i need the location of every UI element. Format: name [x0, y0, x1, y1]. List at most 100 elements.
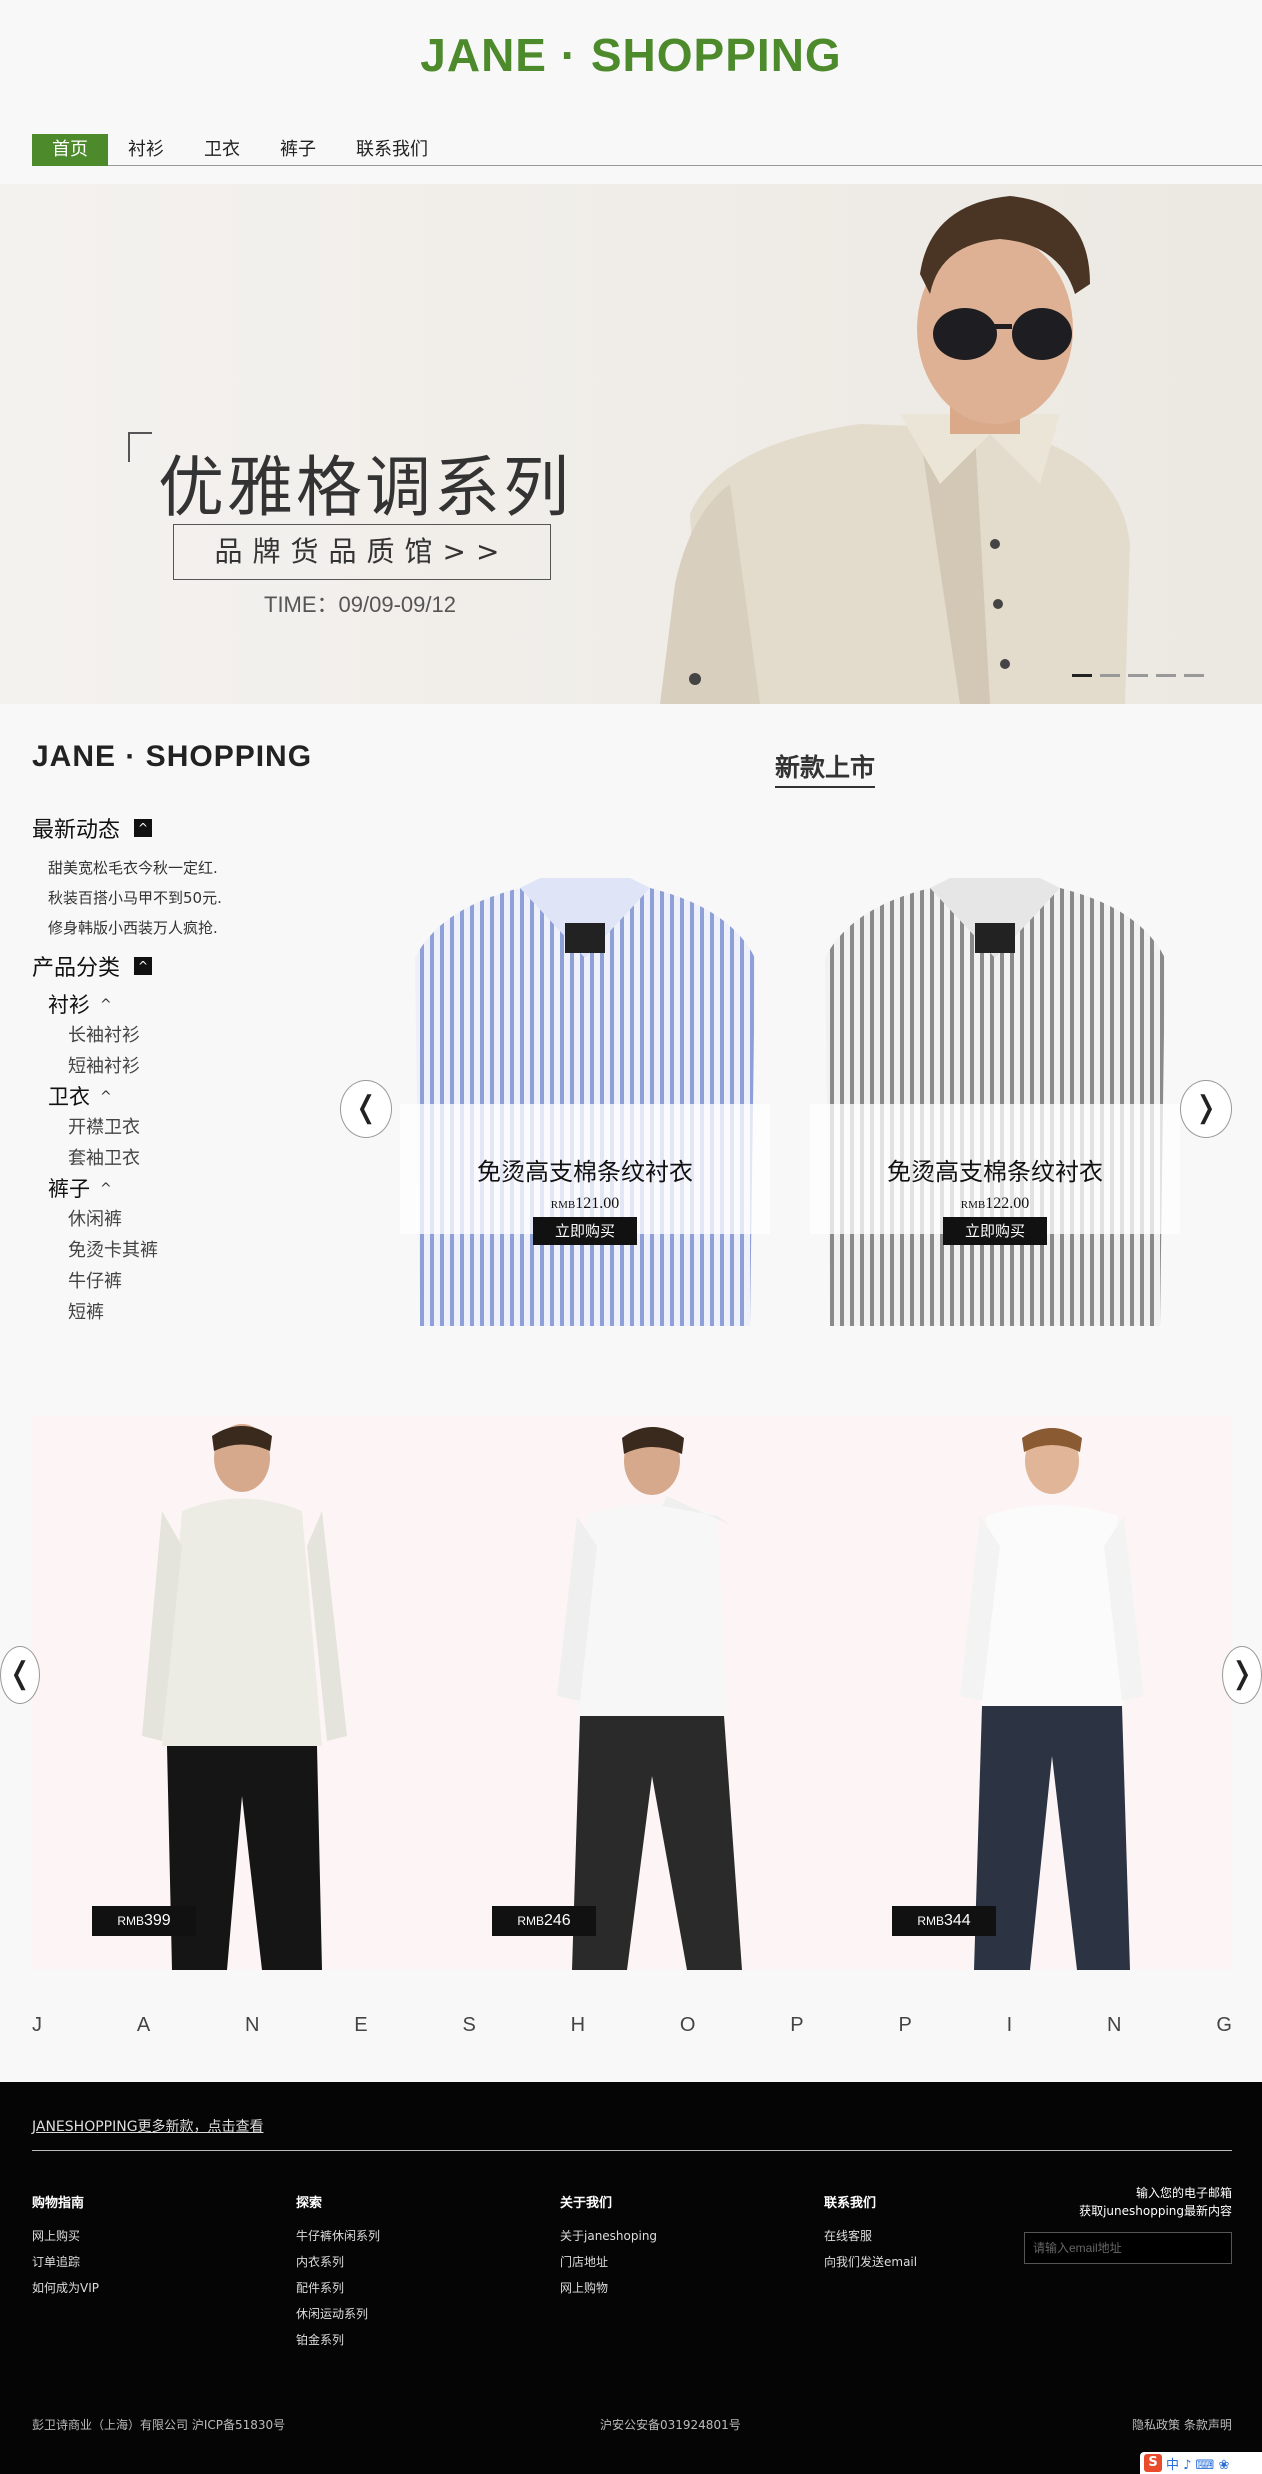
- model-carousel: RMB399 RMB246 RMB344: [32, 1416, 1232, 1970]
- footer: JANESHOPPING更多新款，点击查看 购物指南 网上购买 订单追踪 如何成…: [0, 2082, 1262, 2474]
- ime-toolbar[interactable]: S 中 ♪ ⌨ ❀: [1140, 2452, 1262, 2474]
- brand-letter: H: [570, 2014, 586, 2036]
- page: JANE · SHOPPING 首页 衬衫 卫衣 裤子 联系我们 优雅格调系列 …: [0, 0, 1262, 2474]
- nav-item-hoodies[interactable]: 卫衣: [184, 134, 260, 166]
- subcategory-item[interactable]: 短袖衬衫: [68, 1051, 158, 1082]
- footer-link[interactable]: 在线客服: [824, 2223, 917, 2249]
- product-info: 免烫高支棉条纹衬衣 RMB121.00 立即购买: [400, 1104, 770, 1245]
- hero-cta-button[interactable]: 品牌货品质馆>>: [173, 524, 551, 580]
- nav-item-home[interactable]: 首页: [32, 134, 108, 166]
- brand-letter: I: [1006, 2014, 1013, 2036]
- currency-label: RMB: [917, 1914, 944, 1928]
- footer-link[interactable]: 订单追踪: [32, 2249, 99, 2275]
- model-image: [557, 1427, 742, 1970]
- subcategory-item[interactable]: 套袖卫衣: [68, 1143, 158, 1174]
- buy-now-button[interactable]: 立即购买: [943, 1217, 1047, 1245]
- product-name: 免烫高支棉条纹衬衣: [477, 1158, 693, 1186]
- main-nav: 首页 衬衫 卫衣 裤子 联系我们: [32, 134, 1262, 166]
- ime-status: 中 ♪ ⌨ ❀: [1166, 2457, 1230, 2473]
- more-new-link[interactable]: JANESHOPPING更多新款，点击查看: [32, 2116, 264, 2136]
- subcategory-item[interactable]: 开襟卫衣: [68, 1112, 158, 1143]
- category-shirts[interactable]: 衬衫 ^: [48, 990, 158, 1020]
- model-image: [960, 1428, 1144, 1970]
- footer-column-contact: 联系我们 在线客服 向我们发送email: [824, 2192, 917, 2275]
- footer-column-title: 购物指南: [32, 2196, 85, 2211]
- category-hoodies[interactable]: 卫衣 ^: [48, 1082, 158, 1112]
- news-item[interactable]: 秋装百搭小马甲不到50元.: [48, 883, 222, 913]
- chevron-right-icon[interactable]: ❭: [1180, 1080, 1232, 1138]
- brand-letter: P: [898, 2014, 912, 2036]
- footer-link[interactable]: 关于janeshoping: [560, 2223, 657, 2249]
- footer-link[interactable]: 网上购买: [32, 2223, 99, 2249]
- new-arrivals-heading: 新款上市: [775, 748, 876, 788]
- product-price: RMB122.00: [810, 1195, 1180, 1213]
- striped-shirt-image: [415, 878, 755, 1326]
- hero-slide-dot[interactable]: [1156, 674, 1176, 677]
- hero-slide-dot[interactable]: [1072, 674, 1092, 677]
- news-heading-label: 最新动态: [32, 818, 121, 843]
- hero-banner[interactable]: 优雅格调系列 品牌货品质馆>> TIME：09/09-09/12: [0, 184, 1262, 704]
- brand-letter: J: [32, 2014, 42, 2036]
- footer-link[interactable]: 如何成为VIP: [32, 2275, 99, 2301]
- price-tag: RMB246: [492, 1906, 596, 1936]
- chevron-left-icon[interactable]: ❬: [340, 1080, 392, 1138]
- currency-label: RMB: [517, 1914, 544, 1928]
- brand-letter: G: [1216, 2014, 1232, 2036]
- product-price: RMB121.00: [400, 1195, 770, 1213]
- buy-now-button[interactable]: 立即购买: [533, 1217, 637, 1245]
- collapse-toggle-icon[interactable]: ^: [134, 819, 153, 837]
- category-pants[interactable]: 裤子 ^: [48, 1174, 158, 1204]
- brand-letter: E: [354, 2014, 368, 2036]
- footer-link[interactable]: 配件系列: [296, 2275, 380, 2301]
- hero-slide-dot[interactable]: [1128, 674, 1148, 677]
- company-info: 彭卫诗商业（上海）有限公司 沪ICP备51830号: [32, 2418, 286, 2432]
- chevron-left-icon[interactable]: ❬: [0, 1646, 40, 1704]
- nav-item-shirts[interactable]: 衬衫: [108, 134, 184, 166]
- collapse-toggle-icon[interactable]: ^: [134, 957, 153, 975]
- nav-item-contact[interactable]: 联系我们: [336, 134, 448, 166]
- nav-item-pants[interactable]: 裤子: [260, 134, 336, 166]
- brand-logo[interactable]: JANE · SHOPPING: [0, 28, 1262, 82]
- subcategory-item[interactable]: 休闲裤: [68, 1204, 158, 1235]
- category-label: 裤子: [48, 1177, 90, 1201]
- footer-link[interactable]: 休闲运动系列: [296, 2301, 380, 2327]
- currency-label: RMB: [117, 1914, 144, 1928]
- brand-letter: A: [136, 2014, 151, 2036]
- model-card[interactable]: RMB344: [862, 1416, 1242, 1970]
- product-card[interactable]: 免烫高支棉条纹衬衣 RMB122.00 立即购买: [810, 878, 1180, 1326]
- hero-slide-dot[interactable]: [1184, 674, 1204, 677]
- hero-slide-dot[interactable]: [1100, 674, 1120, 677]
- model-card[interactable]: RMB399: [62, 1416, 442, 1970]
- subcategory-item[interactable]: 牛仔裤: [68, 1266, 158, 1297]
- chevron-right-icon[interactable]: ❭: [1222, 1646, 1262, 1704]
- footer-link[interactable]: 牛仔裤休闲系列: [296, 2223, 380, 2249]
- subcategory-item[interactable]: 短裤: [68, 1297, 158, 1328]
- currency-label: RMB: [550, 1199, 576, 1211]
- model-card[interactable]: RMB246: [462, 1416, 842, 1970]
- footer-link[interactable]: 门店地址: [560, 2249, 657, 2275]
- caret-up-icon: ^: [100, 1181, 112, 1197]
- price-tag: RMB399: [92, 1906, 196, 1936]
- news-item[interactable]: 甜美宽松毛衣今秋一定红.: [48, 853, 222, 883]
- caret-up-icon: ^: [100, 1089, 112, 1105]
- footer-link[interactable]: 铂金系列: [296, 2327, 380, 2353]
- footer-link[interactable]: 向我们发送email: [824, 2249, 917, 2275]
- privacy-link[interactable]: 隐私政策: [1132, 2418, 1180, 2432]
- model-image: [142, 1424, 347, 1970]
- hero-bracket-decoration: [128, 432, 152, 462]
- newsletter-line: 输入您的电子邮箱: [1135, 2186, 1232, 2200]
- price-value: 246: [543, 1912, 571, 1929]
- news-item[interactable]: 修身韩版小西装万人疯抢.: [48, 913, 222, 943]
- email-input[interactable]: [1024, 2232, 1232, 2264]
- footer-divider: [32, 2150, 1232, 2151]
- terms-link[interactable]: 条款声明: [1184, 2418, 1232, 2432]
- footer-link[interactable]: 内衣系列: [296, 2249, 380, 2275]
- brand-letter: O: [679, 2014, 696, 2036]
- subcategory-item[interactable]: 长袖衬衫: [68, 1020, 158, 1051]
- product-card[interactable]: 免烫高支棉条纹衬衣 RMB121.00 立即购买: [400, 878, 770, 1326]
- footer-column-explore: 探索 牛仔裤休闲系列 内衣系列 配件系列 休闲运动系列 铂金系列: [296, 2192, 380, 2353]
- hero-title: 优雅格调系列: [158, 449, 572, 526]
- subcategory-item[interactable]: 免烫卡其裤: [68, 1235, 158, 1266]
- footer-column-title: 关于我们: [560, 2196, 613, 2211]
- footer-link[interactable]: 网上购物: [560, 2275, 657, 2301]
